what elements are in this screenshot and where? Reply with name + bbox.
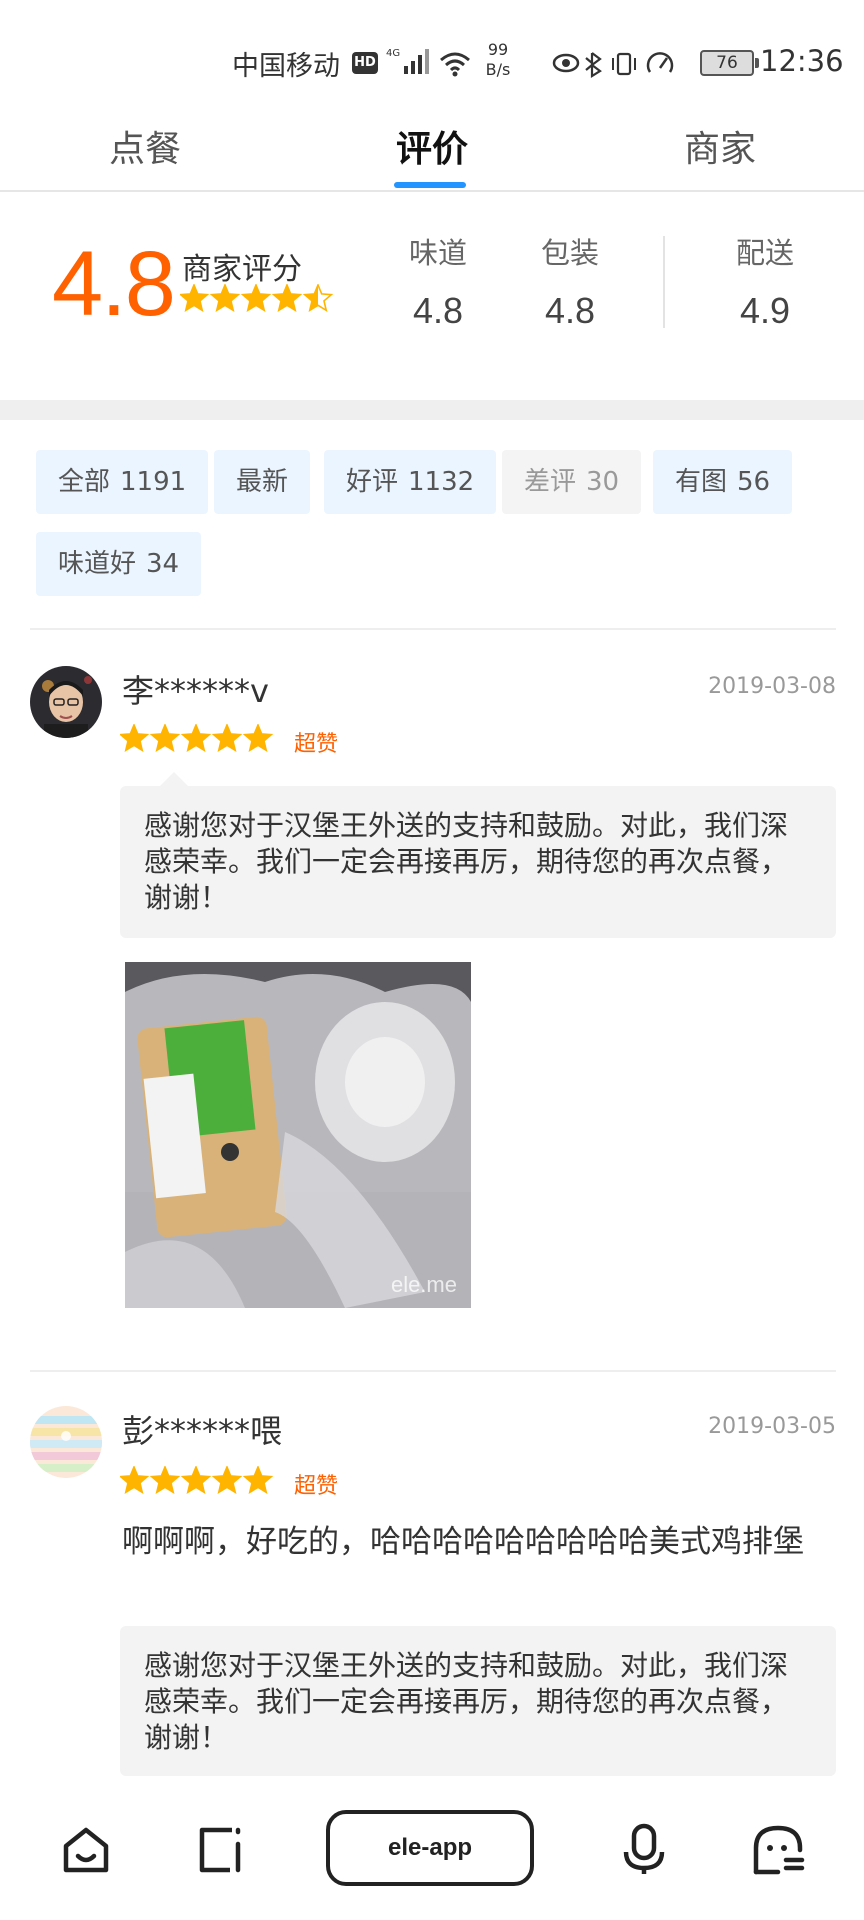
star-icon [180,1466,212,1495]
review-star-rating [120,724,274,753]
filter-all-label: 全部 [58,467,111,497]
metric-divider [663,236,665,328]
filter-tasty[interactable]: 味道好 34 [36,532,202,596]
filter-tasty-label: 味道好 [58,549,137,579]
filter-positive-label: 好评 [346,467,399,497]
filter-with-photos-count: 56 [737,467,771,497]
star-icon [240,284,272,313]
avatar[interactable] [30,666,102,738]
network-type: 4G [386,48,400,59]
speedometer-icon [646,52,674,73]
review-badge: 超赞 [294,1474,339,1499]
filter-with-photos-label: 有图 [675,467,728,497]
metric-delivery-label: 配送 [735,236,794,270]
avatar[interactable] [30,1406,102,1478]
divider [30,628,836,630]
overall-score-label: 商家评分 [182,252,302,287]
bluetooth-icon [585,52,602,78]
carrier-name: 中国移动 [232,51,340,82]
status-icons [552,52,674,78]
star-icon [209,284,241,313]
network-speed-value: 99 [487,40,509,59]
tab-merchant[interactable]: 商家 [640,120,800,172]
metric-taste-label: 味道 [408,236,467,270]
wifi-icon [440,52,470,77]
app-pill-button[interactable]: ele-app [326,1810,534,1886]
network-speed-unit: B/s [485,60,511,79]
network-speed: 99 B/s [478,40,518,80]
star-icon [242,724,274,753]
filter-latest-label: 最新 [236,467,289,497]
review-text: 啊啊啊，好吃的，哈哈哈哈哈哈哈哈哈美式鸡排堡 [122,1524,804,1560]
star-icon [149,1466,181,1495]
mic-icon[interactable] [614,1820,674,1880]
assistant-icon[interactable] [748,1820,808,1880]
bottom-nav: ele-app [0,1790,864,1920]
star-icon [180,284,210,313]
review-date: 2019-03-05 [708,1414,836,1439]
battery-indicator: 76 [700,50,759,76]
star-icon [120,1466,150,1495]
eye-icon [552,53,580,73]
review-badge: 超赞 [294,732,339,757]
star-icon [180,724,212,753]
filter-negative-label: 差评 [524,467,577,497]
tab-bar: 点餐 评价 商家 [0,110,864,192]
tab-order[interactable]: 点餐 [65,120,225,172]
merchant-reply: 感谢您对于汉堡王外送的支持和鼓励。对此，我们深感荣幸。我们一定会再接再厉，期待您… [120,1626,836,1776]
star-icon [242,1466,274,1495]
filter-negative-count: 30 [586,467,620,497]
star-icon [149,724,181,753]
overall-score: 4.8 [52,233,176,335]
filter-with-photos[interactable]: 有图 56 [653,450,793,514]
hd-badge: HD [352,52,378,74]
review-photo[interactable]: ele.me [125,962,471,1308]
filter-latest[interactable]: 最新 [214,450,311,514]
status-bar: 中国移动 HD 4G 99 B/s 76 12:36 [0,0,864,110]
filter-tasty-count: 34 [146,549,180,579]
section-separator [0,400,864,420]
reply-caret [160,772,188,786]
review-date: 2019-03-08 [708,674,836,699]
review-username: 李******v [122,672,269,710]
home-icon[interactable] [56,1820,116,1880]
star-icon [211,724,243,753]
metric-packaging-value: 4.8 [544,290,596,331]
clock: 12:36 [760,44,844,78]
filter-all[interactable]: 全部 1191 [36,450,209,514]
filter-positive-count: 1132 [408,467,475,497]
metric-packaging: 包装 4.8 [520,230,620,332]
star-icon [271,284,303,313]
cellular-signal-icon: 4G [386,48,429,74]
photo-watermark: ele.me [390,1272,457,1297]
metric-taste: 味道 4.8 [388,230,488,332]
review-star-rating [120,1466,274,1495]
merchant-reply: 感谢您对于汉堡王外送的支持和鼓励。对此，我们深感荣幸。我们一定会再接再厉，期待您… [120,786,836,938]
active-tab-indicator [394,182,466,188]
divider [30,1370,836,1372]
filter-positive[interactable]: 好评 1132 [324,450,497,514]
metric-delivery: 配送 4.9 [715,230,815,332]
metric-taste-value: 4.8 [412,290,464,331]
star-icon [120,724,150,753]
overall-star-rating [180,284,334,313]
filter-negative[interactable]: 差评 30 [502,450,642,514]
star-icon [211,1466,243,1495]
tabs-icon[interactable] [190,1820,250,1880]
tab-reviews[interactable]: 评价 [352,120,512,172]
review-username: 彭******喂 [122,1412,283,1450]
filter-all-count: 1191 [120,467,187,497]
review-photo-image [125,962,471,1308]
vibrate-icon [612,52,636,76]
star-icon [302,284,334,313]
metric-packaging-label: 包装 [540,236,599,270]
metric-delivery-value: 4.9 [739,290,791,331]
